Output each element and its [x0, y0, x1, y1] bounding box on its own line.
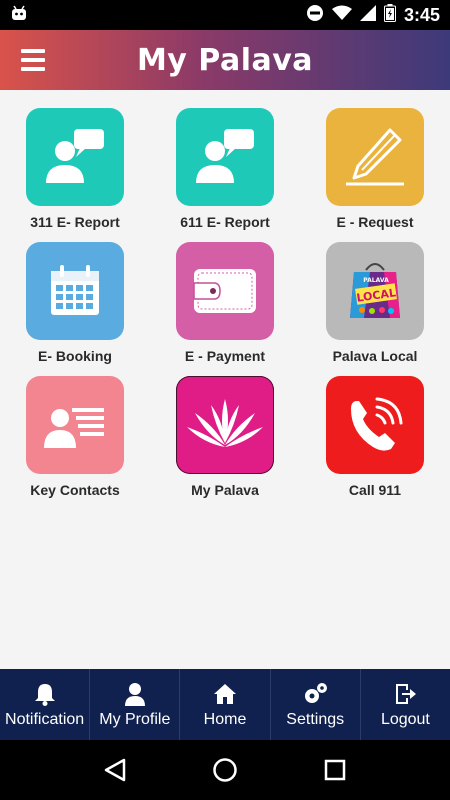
nav-label: Settings — [286, 710, 345, 728]
tile-label: 311 E- Report — [30, 214, 120, 230]
system-nav-bar — [0, 740, 450, 800]
wifi-icon — [331, 5, 352, 26]
tile-label: Key Contacts — [30, 482, 120, 498]
tile-label: 611 E- Report — [180, 214, 270, 230]
person-speech-icon — [26, 108, 124, 206]
nav-logout[interactable]: Logout — [361, 669, 450, 740]
tile-e-booking[interactable]: E- Booking — [0, 242, 150, 376]
tile-e-request[interactable]: E - Request — [300, 108, 450, 242]
logout-icon — [394, 681, 417, 707]
home-circle-icon[interactable] — [205, 750, 245, 790]
user-icon — [124, 681, 146, 707]
lotus-logo-icon — [176, 376, 274, 474]
wallet-icon — [176, 242, 274, 340]
tile-label: Call 911 — [348, 482, 402, 498]
nav-label: Home — [203, 710, 247, 728]
tile-my-palava[interactable]: My Palava — [150, 376, 300, 510]
tile-label: E - Payment — [184, 348, 266, 364]
gears-icon — [302, 681, 328, 707]
do-not-disturb-icon — [306, 4, 324, 27]
tile-label: Palava Local — [332, 348, 418, 364]
bell-icon — [34, 681, 56, 707]
bottom-nav: Notification My Profile Home Settings Lo… — [0, 669, 450, 740]
back-triangle-icon[interactable] — [95, 750, 135, 790]
phone-call-icon — [326, 376, 424, 474]
pencil-icon — [326, 108, 424, 206]
nav-label: Logout — [380, 710, 430, 728]
nav-label: Notification — [5, 710, 85, 728]
tile-611-report[interactable]: 611 E- Report — [150, 108, 300, 242]
shopping-bag-icon: LOCAL PALAVA — [326, 242, 424, 340]
nav-notification[interactable]: Notification — [0, 669, 91, 740]
android-icon — [10, 5, 28, 26]
person-speech-icon — [176, 108, 274, 206]
nav-label: My Profile — [99, 710, 171, 728]
bag-palava-text: PALAVA — [363, 277, 389, 284]
tile-key-contacts[interactable]: Key Contacts — [0, 376, 150, 510]
contact-card-icon — [26, 376, 124, 474]
tile-label: E- Booking — [38, 348, 112, 364]
status-time: 3:45 — [403, 4, 440, 25]
calendar-icon — [26, 242, 124, 340]
feature-grid: 311 E- Report 611 E- Report E - Request — [0, 108, 450, 510]
tile-311-report[interactable]: 311 E- Report — [0, 108, 150, 242]
status-bar: 3:45 — [0, 0, 450, 30]
nav-settings[interactable]: Settings — [271, 669, 361, 740]
tile-call-911[interactable]: Call 911 — [300, 376, 450, 510]
home-icon — [213, 681, 237, 707]
recents-square-icon[interactable] — [315, 750, 355, 790]
cell-signal-icon — [359, 4, 376, 26]
page-title: My Palava — [136, 42, 314, 78]
nav-home[interactable]: Home — [180, 669, 271, 740]
tile-e-payment[interactable]: E - Payment — [150, 242, 300, 376]
tile-label: My Palava — [191, 482, 259, 498]
tile-palava-local[interactable]: LOCAL PALAVA Palava Local — [300, 242, 450, 376]
nav-my-profile[interactable]: My Profile — [90, 669, 181, 740]
app-bar: My Palava — [0, 30, 450, 90]
hamburger-menu-icon[interactable] — [12, 40, 54, 80]
tile-label: E - Request — [336, 214, 414, 230]
battery-icon — [383, 3, 396, 27]
